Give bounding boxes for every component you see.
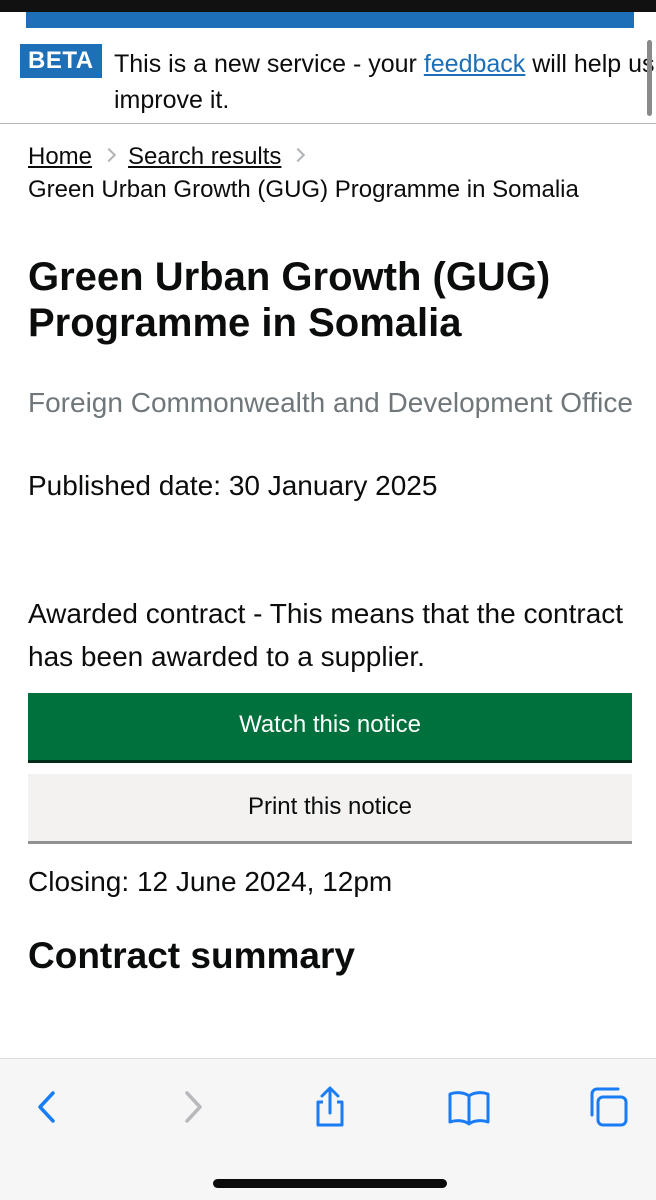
share-icon[interactable] — [308, 1085, 352, 1129]
bookmarks-icon[interactable] — [447, 1085, 491, 1129]
print-notice-button[interactable]: Print this notice — [28, 774, 632, 841]
scrollbar[interactable] — [647, 40, 652, 116]
watch-notice-button[interactable]: Watch this notice — [28, 693, 632, 760]
feedback-link[interactable]: feedback — [424, 50, 525, 78]
contract-summary-heading: Contract summary — [28, 935, 355, 976]
closing-date: Closing: 12 June 2024, 12pm — [28, 866, 393, 897]
page-title: Green Urban Growth (GUG) Programme in So… — [28, 255, 551, 345]
breadcrumb: Home Search results Green Urban Growth (G… — [28, 140, 638, 206]
chevron-right-icon — [291, 147, 306, 163]
chevron-right-icon — [101, 147, 117, 163]
breadcrumb-home[interactable]: Home — [28, 143, 92, 170]
forward-icon[interactable] — [170, 1085, 214, 1129]
beta-text-before: This is a new service - your — [114, 50, 424, 78]
status-bar — [0, 0, 656, 12]
notice-status: Awarded contract - This means that the c… — [28, 598, 624, 672]
beta-message: This is a new service - your feedback wi… — [114, 46, 656, 118]
beta-tag: BETA — [20, 44, 102, 78]
organisation-name: Foreign Commonwealth and Development Off… — [28, 387, 633, 418]
home-indicator[interactable] — [213, 1179, 447, 1188]
breadcrumb-search-results[interactable]: Search results — [128, 143, 281, 170]
breadcrumb-current: Green Urban Growth (GUG) Programme in So… — [28, 176, 579, 203]
tabs-icon[interactable] — [586, 1085, 630, 1129]
back-icon[interactable] — [26, 1085, 70, 1129]
published-date: Published date: 30 January 2025 — [28, 470, 438, 501]
header-bar — [26, 12, 634, 28]
phase-banner: BETA This is a new service - your feedba… — [0, 28, 656, 124]
